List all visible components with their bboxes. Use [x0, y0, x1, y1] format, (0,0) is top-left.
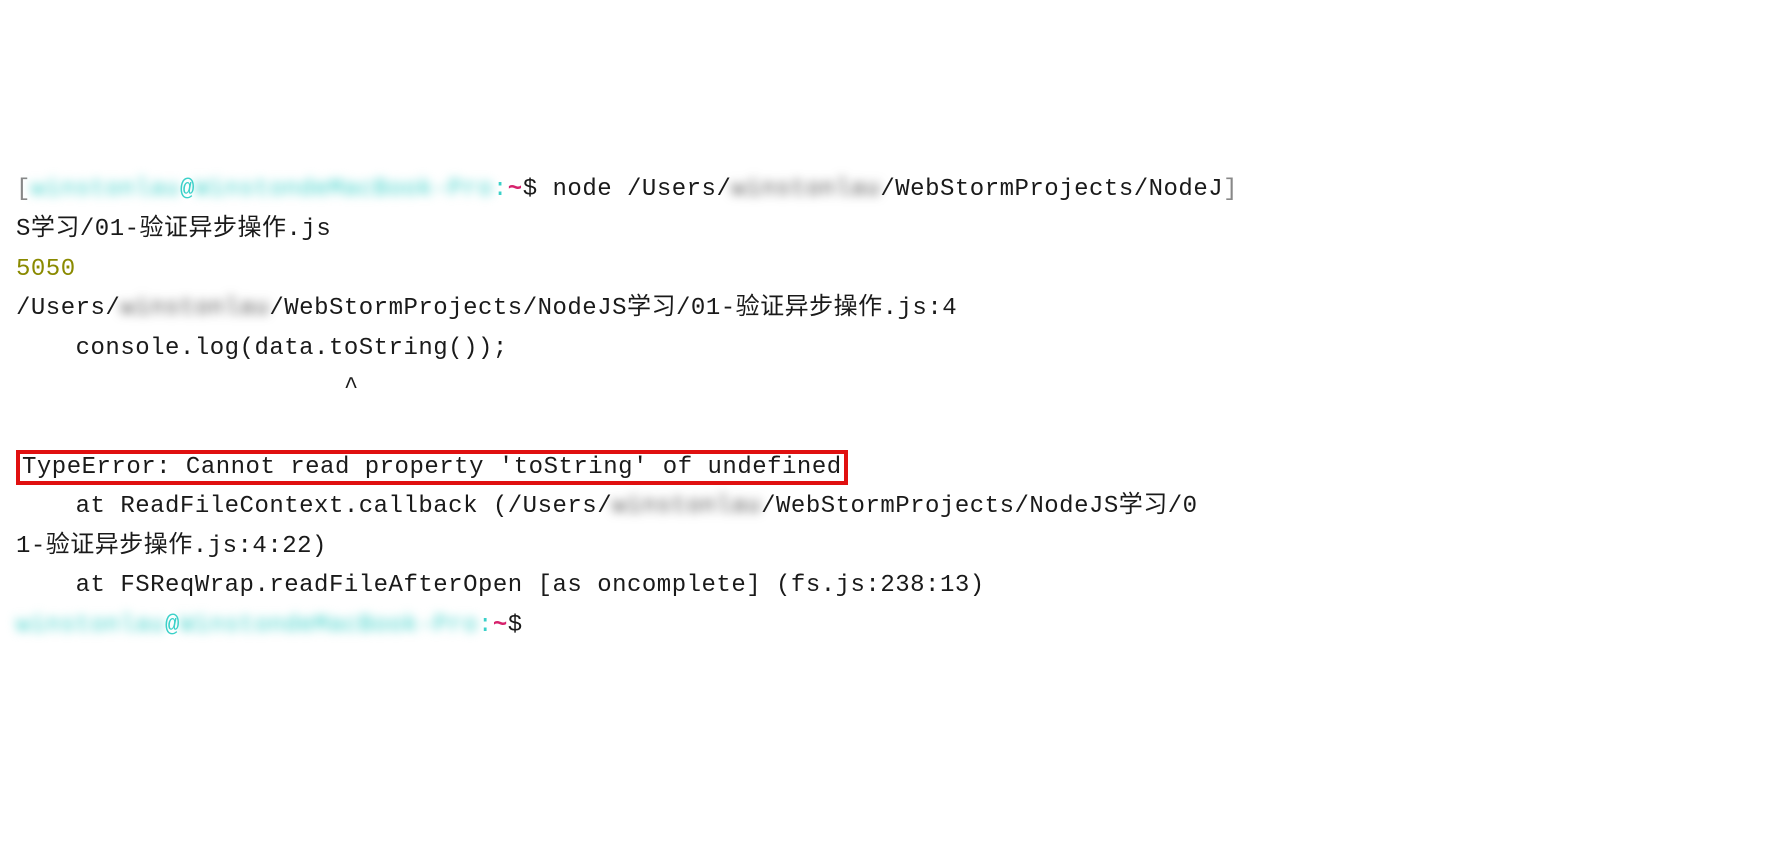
prompt-at: @	[180, 176, 195, 203]
prompt-line-2: winstonlau@WinstondeMacBook-Pro:~$	[16, 606, 1760, 646]
prompt-colon: :	[493, 176, 508, 203]
bracket-close: ]	[1223, 176, 1238, 203]
prompt-line-1: [winstonlau@WinstondeMacBook-Pro:~$ node…	[16, 170, 1760, 210]
error-path-line: /Users/winstonlau/WebStormProjects/NodeJ…	[16, 289, 1760, 329]
error-path-blurred: winstonlau	[120, 295, 269, 322]
prompt-host: WinstondeMacBook-Pro	[195, 176, 493, 203]
prompt2-dollar: $	[508, 612, 523, 639]
error-message-highlighted: TypeError: Cannot read property 'toStrin…	[16, 450, 848, 485]
stack-line-1: at ReadFileContext.callback (/Users/wins…	[16, 487, 1760, 527]
stack-line-1-cont: 1-验证异步操作.js:4:22)	[16, 527, 1760, 567]
error-path-suffix: /WebStormProjects/NodeJS学习/01-验证异步操作.js:…	[269, 295, 957, 322]
command-text-3: S学习/01-验证异步操作.js	[16, 216, 331, 243]
prompt-tilde: ~	[508, 176, 523, 203]
output-number: 5050	[16, 256, 76, 283]
error-path-prefix: /Users/	[16, 295, 120, 322]
prompt2-tilde: ~	[493, 612, 508, 639]
command-text-1: node /Users/	[553, 176, 732, 203]
bracket-open: [	[16, 176, 31, 203]
prompt2-host: WinstondeMacBook-Pro	[180, 612, 478, 639]
prompt-user: winstonlau	[31, 176, 180, 203]
prompt2-colon: :	[478, 612, 493, 639]
error-message-line: TypeError: Cannot read property 'toStrin…	[16, 448, 1760, 488]
stack-line-2: at FSReqWrap.readFileAfterOpen [as oncom…	[16, 566, 1760, 606]
command-blurred-user: winstonlau	[731, 176, 880, 203]
command-continuation: S学习/01-验证异步操作.js	[16, 210, 1760, 250]
blank-line	[16, 408, 1760, 448]
prompt-dollar: $	[523, 176, 553, 203]
caret-line: ^	[16, 368, 1760, 408]
prompt2-at: @	[165, 612, 180, 639]
code-line: console.log(data.toString());	[16, 329, 1760, 369]
stack1-prefix: at ReadFileContext.callback (/Users/	[16, 493, 612, 520]
prompt2-user: winstonlau	[16, 612, 165, 639]
output-number-line: 5050	[16, 250, 1760, 290]
command-text-2: /WebStormProjects/NodeJ	[880, 176, 1223, 203]
stack1-middle: /WebStormProjects/NodeJS学习/0	[761, 493, 1197, 520]
terminal-output: [winstonlau@WinstondeMacBook-Pro:~$ node…	[16, 170, 1760, 645]
stack1-blurred: winstonlau	[612, 493, 761, 520]
